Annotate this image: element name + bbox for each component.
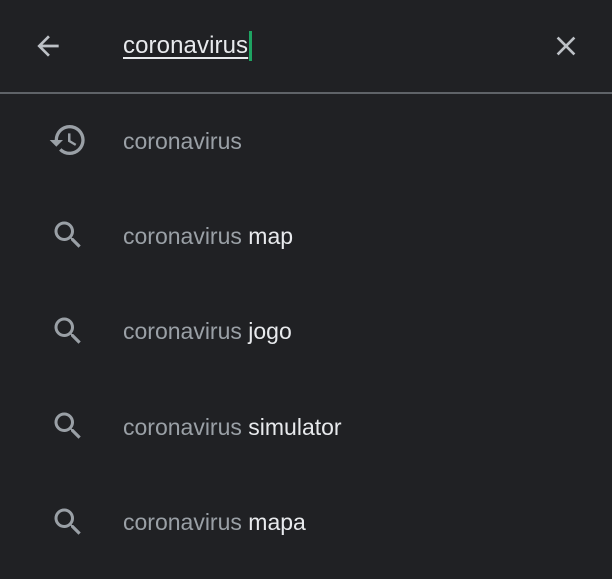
suggestion-query-prefix: coronavirus xyxy=(123,509,242,536)
suggestion-item-simulator[interactable]: coronavirus simulator xyxy=(0,380,612,475)
suggestion-label: coronavirus jogo xyxy=(123,315,292,349)
search-icon xyxy=(48,215,88,255)
suggestion-label: coronavirus map xyxy=(123,219,293,253)
suggestion-completion: map xyxy=(241,222,294,249)
history-icon xyxy=(48,120,88,160)
suggestion-label: coronavirus mapa xyxy=(123,506,306,540)
search-icon xyxy=(48,502,88,542)
suggestion-label: coronavirus simulator xyxy=(123,410,342,444)
search-query-text: coronavirus xyxy=(123,32,249,59)
suggestion-item-mapa[interactable]: coronavirus mapa xyxy=(0,476,612,571)
suggestion-completion: mapa xyxy=(241,509,306,536)
search-icon xyxy=(48,311,88,351)
text-cursor xyxy=(249,31,253,61)
suggestion-completion: jogo xyxy=(241,318,292,345)
arrow-back-icon xyxy=(37,35,59,57)
suggestion-label: coronavirus xyxy=(123,124,242,158)
suggestion-query-prefix: coronavirus xyxy=(123,127,242,154)
suggestion-query-prefix: coronavirus xyxy=(123,318,242,345)
back-button[interactable] xyxy=(24,22,72,70)
suggestion-completion: simulator xyxy=(241,413,342,440)
suggestion-item-jogo[interactable]: coronavirus jogo xyxy=(0,285,612,380)
suggestion-query-prefix: coronavirus xyxy=(123,413,242,440)
suggestion-list: coronavirus coronavirus map coronavirus … xyxy=(0,94,612,571)
suggestion-item-history[interactable]: coronavirus xyxy=(0,94,612,189)
search-icon xyxy=(48,406,88,446)
close-icon xyxy=(556,36,576,56)
search-input[interactable]: coronavirus xyxy=(123,28,253,64)
suggestion-query-prefix: coronavirus xyxy=(123,222,242,249)
suggestion-item-map[interactable]: coronavirus map xyxy=(0,189,612,284)
search-bar: coronavirus xyxy=(0,0,612,92)
clear-button[interactable] xyxy=(542,22,590,70)
